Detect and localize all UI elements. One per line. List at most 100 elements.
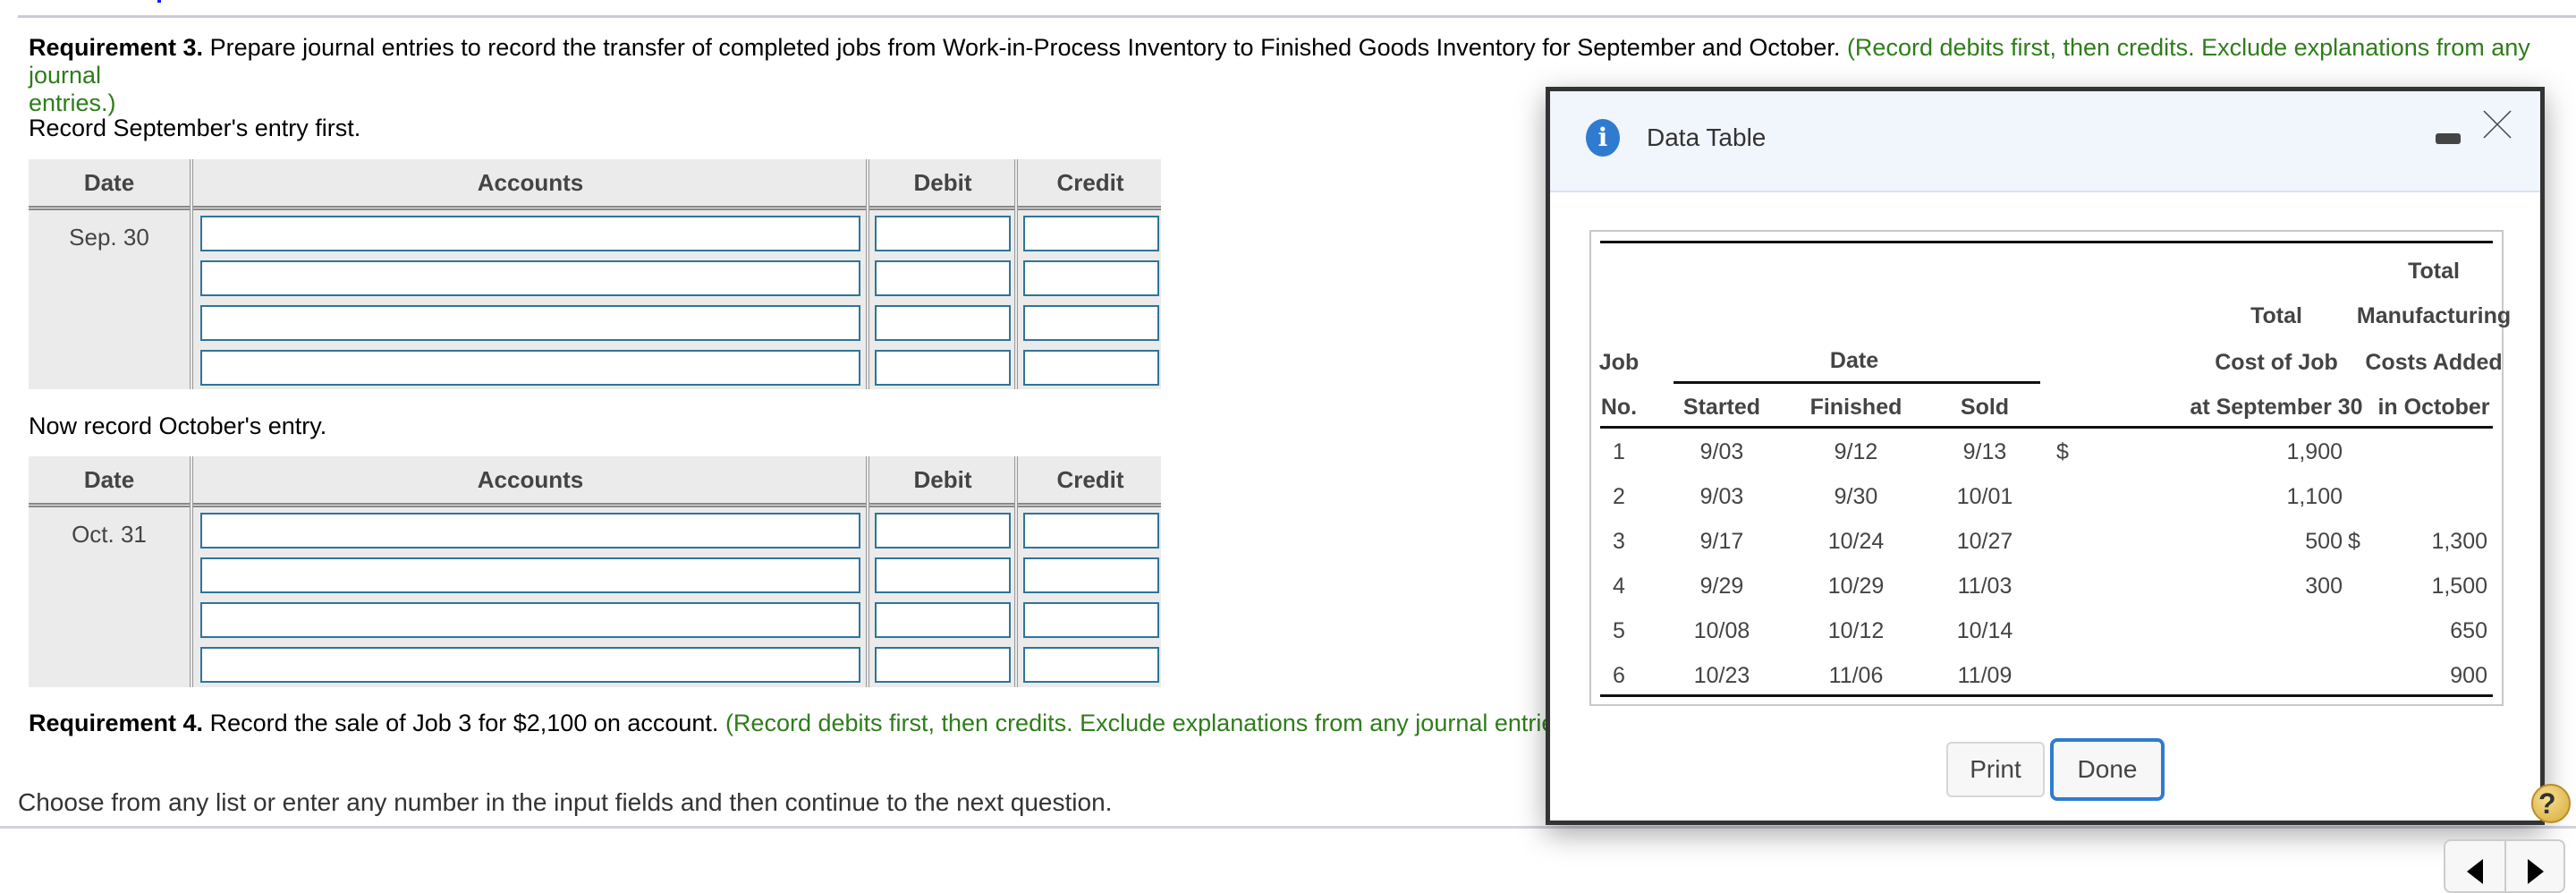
column-divider <box>866 159 869 389</box>
header-date-group: Date <box>1829 348 1879 373</box>
header-mfg-line4: in October <box>2377 395 2490 420</box>
table-row: 4 9/29 10/29 11/03 300 1,500 <box>1591 574 2502 609</box>
credit-input[interactable] <box>1023 602 1159 638</box>
debit-input[interactable] <box>875 305 1011 341</box>
requirement-3-label: Requirement 3. <box>29 34 204 61</box>
cell-started: 9/03 <box>1699 439 1744 464</box>
cell-job: 3 <box>1613 529 1625 554</box>
data-table-dialog: i Data Table Total Total Manufacturing J… <box>1546 87 2545 825</box>
job-data-table: Total Total Manufacturing Job Date Cost … <box>1589 230 2511 706</box>
table-row: 3 9/17 10/24 10/27 500 $1,300 <box>1591 529 2502 565</box>
debit-input[interactable] <box>875 557 1011 593</box>
cell-cost-sep30: 1,100 <box>2286 484 2343 509</box>
credit-input[interactable] <box>1023 647 1159 683</box>
table-top-rule <box>1600 241 2493 243</box>
date-group-rule <box>1674 381 2040 384</box>
bottom-divider <box>0 826 2576 829</box>
debit-input[interactable] <box>875 260 1011 296</box>
question-navigation <box>2444 839 2565 893</box>
header-debit: Debit <box>913 466 972 493</box>
help-icon[interactable]: ? <box>2531 784 2571 823</box>
requirement-3-instruction-cont: entries.) <box>29 89 116 116</box>
entry-date: Oct. 31 <box>72 521 147 548</box>
dialog-header: i Data Table <box>1550 91 2540 192</box>
credit-input[interactable] <box>1023 305 1159 341</box>
september-journal-table: Date Accounts Debit Credit Sep. 30 <box>29 159 1161 389</box>
column-divider <box>866 456 869 687</box>
cell-started: 10/23 <box>1693 663 1750 688</box>
cell-sold: 10/14 <box>1956 618 2013 643</box>
account-input[interactable] <box>200 557 860 593</box>
header-credit: Credit <box>1056 169 1124 196</box>
top-divider <box>18 15 2576 18</box>
debit-input[interactable] <box>875 350 1011 386</box>
column-divider <box>190 159 193 389</box>
info-icon: i <box>1586 119 1620 157</box>
debit-input[interactable] <box>875 216 1011 251</box>
credit-input[interactable] <box>1023 513 1159 549</box>
account-input[interactable] <box>200 216 860 251</box>
cell-finished: 10/24 <box>1827 529 1885 554</box>
table-row: 2 9/03 9/30 10/01 1,100 <box>1591 484 2502 520</box>
october-journal-table: Date Accounts Debit Credit Oct. 31 <box>29 456 1161 687</box>
cell-cost-sep30: 300 <box>2305 574 2343 599</box>
header-mfg-line3: Costs Added <box>2365 350 2503 375</box>
account-input[interactable] <box>200 260 860 296</box>
requirement-4-label: Requirement 4. <box>29 710 204 736</box>
cell-finished: 11/06 <box>1828 663 1884 688</box>
account-input[interactable] <box>200 602 860 638</box>
cell-started: 9/17 <box>1699 529 1744 554</box>
next-arrow-icon[interactable] <box>2506 841 2565 891</box>
account-input[interactable] <box>200 305 860 341</box>
debit-input[interactable] <box>875 602 1011 638</box>
credit-input[interactable] <box>1023 557 1159 593</box>
requirement-4: Requirement 4. Record the sale of Job 3 … <box>29 710 1581 737</box>
footer-hint: Choose from any list or enter any number… <box>18 788 1113 816</box>
column-divider <box>190 456 193 687</box>
credit-input[interactable] <box>1023 350 1159 386</box>
cell-job: 5 <box>1613 618 1625 643</box>
column-divider <box>1014 159 1018 389</box>
cell-job: 6 <box>1613 663 1625 688</box>
header-mfg-line2: Manufacturing <box>2356 303 2512 328</box>
credit-input[interactable] <box>1023 216 1159 251</box>
header-debit: Debit <box>913 169 972 196</box>
credit-input[interactable] <box>1023 260 1159 296</box>
minimize-icon[interactable] <box>2436 133 2461 144</box>
header-sold: Sold <box>1960 395 2010 420</box>
account-input[interactable] <box>200 350 860 386</box>
close-icon[interactable] <box>2482 109 2512 140</box>
account-input[interactable] <box>200 513 860 549</box>
cell-sold: 10/27 <box>1956 529 2013 554</box>
debit-input[interactable] <box>875 647 1011 683</box>
requirement-3-text: Prepare journal entries to record the tr… <box>203 34 1841 61</box>
header-mfg-line1: Total <box>2408 259 2460 284</box>
debit-input[interactable] <box>875 513 1011 549</box>
cell-started: 10/08 <box>1693 618 1750 643</box>
header-accounts: Accounts <box>477 169 584 196</box>
cell-sold: 11/03 <box>1957 574 2012 599</box>
account-input[interactable] <box>200 647 860 683</box>
scroll-marker <box>157 0 161 3</box>
previous-arrow-icon[interactable] <box>2445 841 2504 891</box>
cell-finished: 9/30 <box>1834 484 1878 509</box>
done-button[interactable]: Done <box>2050 738 2165 801</box>
cell-sold: 10/01 <box>1956 484 2013 509</box>
header-finished: Finished <box>1809 395 1902 420</box>
cell-added-oct: 900 <box>2450 663 2487 688</box>
header-started: Started <box>1682 395 1761 420</box>
table-row: 5 10/08 10/12 10/14 650 <box>1591 618 2502 654</box>
column-divider <box>1014 456 1018 687</box>
header-date: Date <box>83 466 135 493</box>
cell-finished: 9/12 <box>1834 439 1878 464</box>
table-row: 6 10/23 11/06 11/09 900 <box>1591 663 2502 699</box>
cell-cost-sep30: 500 <box>2305 529 2343 554</box>
table-row: 1 9/03 9/12 9/13 $1,900 <box>1591 439 2502 475</box>
requirement-4-instruction: (Record debits first, then credits. Excl… <box>718 710 1582 736</box>
entry-date: Sep. 30 <box>69 224 149 251</box>
cell-job: 2 <box>1613 484 1625 509</box>
print-button[interactable]: Print <box>1946 742 2045 797</box>
cell-started: 9/03 <box>1699 484 1744 509</box>
header-credit: Credit <box>1056 466 1124 493</box>
table-bottom-rule <box>1600 694 2493 697</box>
